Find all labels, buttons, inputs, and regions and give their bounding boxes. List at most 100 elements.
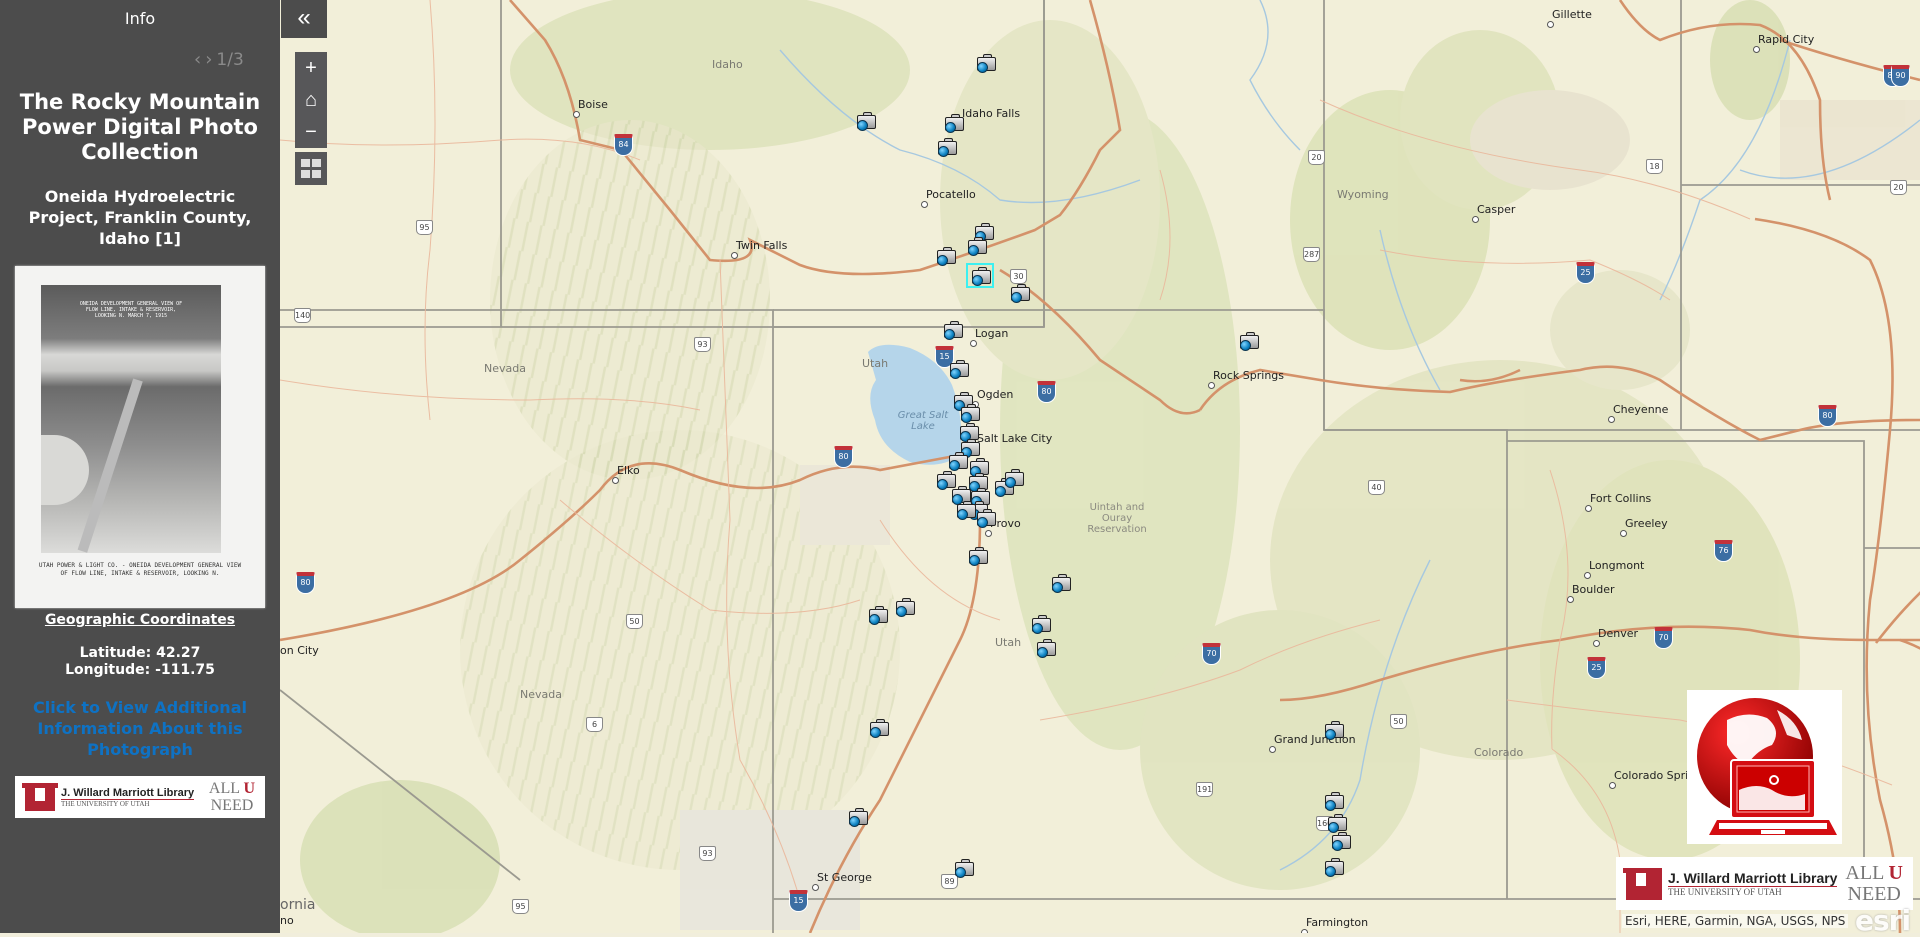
us-route-shield: 287 xyxy=(1303,247,1320,262)
chevron-right-icon[interactable]: › xyxy=(205,49,212,70)
library-name: J. Willard Marriott Library xyxy=(1668,870,1838,887)
collapse-panel-button[interactable]: « xyxy=(281,0,327,38)
photo-marker[interactable] xyxy=(1323,858,1344,877)
camera-lens xyxy=(857,120,868,131)
photo-marker[interactable] xyxy=(936,138,957,157)
city-dot-icon xyxy=(573,111,580,118)
state-label: Colorado xyxy=(1474,746,1524,759)
photo-marker[interactable] xyxy=(948,360,969,379)
photo-marker[interactable] xyxy=(1330,832,1351,851)
interstate-shield: 25 xyxy=(1587,657,1606,679)
interstate-shield: 80 xyxy=(834,446,853,468)
photo-marker[interactable] xyxy=(942,321,963,340)
photo-marker[interactable] xyxy=(959,404,980,423)
library-banner-map[interactable]: J. Willard Marriott Library THE UNIVERSI… xyxy=(1616,857,1913,910)
camera-lens xyxy=(972,275,983,286)
tag-u: U xyxy=(1888,861,1903,884)
state-label: Nevada xyxy=(484,362,526,375)
city-label: Ogden xyxy=(977,388,1014,401)
basemap-gallery-button[interactable] xyxy=(295,152,327,185)
photo-marker[interactable] xyxy=(947,452,968,471)
state-label: Utah xyxy=(862,357,889,370)
photo-marker[interactable] xyxy=(955,501,976,520)
photo-marker[interactable] xyxy=(943,114,964,133)
university-name: THE UNIVERSITY OF UTAH xyxy=(61,799,150,808)
us-route-shield: 20 xyxy=(1308,150,1325,165)
photo-marker[interactable] xyxy=(855,112,876,131)
interstate-shield: 90 xyxy=(1891,65,1910,87)
city-dot-icon xyxy=(1608,416,1615,423)
photo-marker[interactable] xyxy=(867,606,888,625)
zoom-in-button[interactable]: + xyxy=(295,52,327,84)
photo-marker[interactable] xyxy=(967,547,988,566)
zoom-out-button[interactable]: − xyxy=(295,116,327,148)
map-attribution[interactable]: Esri, HERE, Garmin, NGA, USGS, NPS xyxy=(1622,914,1849,928)
state-label: Idaho xyxy=(712,58,743,71)
basemap-tile-icon xyxy=(301,159,310,167)
camera-lens xyxy=(977,62,988,73)
city-label-partial: on City xyxy=(280,644,319,657)
camera-lens xyxy=(969,555,980,566)
esri-logo[interactable]: esri xyxy=(1855,904,1911,937)
camera-lens xyxy=(869,614,880,625)
camera-lens xyxy=(961,412,972,423)
photo-marker[interactable] xyxy=(1035,639,1056,658)
photo-marker[interactable] xyxy=(953,859,974,878)
additional-info-link[interactable]: Click to View Additional Information Abo… xyxy=(14,697,266,760)
city-dot-icon xyxy=(970,340,977,347)
camera-lens xyxy=(945,122,956,133)
zoom-controls: + ⌂ − xyxy=(295,52,327,148)
photo-marker[interactable] xyxy=(975,509,996,528)
city-dot-icon xyxy=(921,201,928,208)
us-route-shield: 95 xyxy=(416,220,433,235)
photo-marker[interactable] xyxy=(1003,469,1024,488)
photo-marker[interactable] xyxy=(1238,332,1259,351)
chevron-left-icon[interactable]: ‹ xyxy=(194,49,201,70)
photo-marker[interactable] xyxy=(966,237,987,256)
city-dot-icon xyxy=(812,884,819,891)
camera-lens xyxy=(1325,729,1336,740)
library-banner[interactable]: J. Willard Marriott Library THE UNIVERSI… xyxy=(15,776,265,818)
home-button[interactable]: ⌂ xyxy=(295,84,327,116)
city-dot-icon xyxy=(612,477,619,484)
city-dot-icon xyxy=(1208,382,1215,389)
camera-lens xyxy=(968,245,979,256)
photo-marker[interactable] xyxy=(966,263,994,288)
city-label: Rapid City xyxy=(1758,33,1815,46)
photo-marker[interactable] xyxy=(935,247,956,266)
city-dot-icon xyxy=(1547,21,1554,28)
tag-all: ALL xyxy=(1845,861,1884,884)
photo-marker[interactable] xyxy=(847,808,868,827)
us-route-shield: 191 xyxy=(1196,782,1213,797)
photo-marker[interactable] xyxy=(1323,721,1344,740)
photo-marker[interactable] xyxy=(958,423,979,442)
water-label: Great Salt Lake xyxy=(897,410,949,432)
photo-marker[interactable] xyxy=(1009,284,1030,303)
photo-marker[interactable] xyxy=(868,719,889,738)
camera-lens xyxy=(1325,866,1336,877)
map-view[interactable]: Idaho Nevada Nevada Utah Utah Wyoming Colorado… xyxy=(280,0,1920,933)
interstate-shield: 84 xyxy=(614,134,633,156)
photo-marker[interactable] xyxy=(894,598,915,617)
photo-marker[interactable] xyxy=(1323,792,1344,811)
state-label: Utah xyxy=(995,636,1022,649)
photo-marker[interactable] xyxy=(975,54,996,73)
basemap-canvas xyxy=(280,0,1920,933)
photo-marker[interactable] xyxy=(1030,615,1051,634)
city-label: Cheyenne xyxy=(1613,403,1669,416)
photo-marker[interactable] xyxy=(1050,574,1071,593)
photo-thumbnail[interactable]: ONEIDA DEVELOPMENT GENERAL VIEW OF FLOW … xyxy=(15,266,265,608)
state-label: Wyoming xyxy=(1337,188,1389,201)
camera-lens xyxy=(870,727,881,738)
city-dot-icon xyxy=(1269,746,1276,753)
camera-lens xyxy=(950,368,961,379)
photo-marker[interactable] xyxy=(1326,814,1347,833)
city-label: Salt Lake City xyxy=(977,432,1053,445)
tag-all: ALL xyxy=(208,780,240,797)
us-route-shield: 140 xyxy=(294,308,311,323)
city-dot-icon xyxy=(731,252,738,259)
city-dot-icon xyxy=(1753,46,1760,53)
city-label: Casper xyxy=(1477,203,1516,216)
interstate-shield: 15 xyxy=(789,890,808,912)
basemap-tile-icon xyxy=(301,170,310,178)
